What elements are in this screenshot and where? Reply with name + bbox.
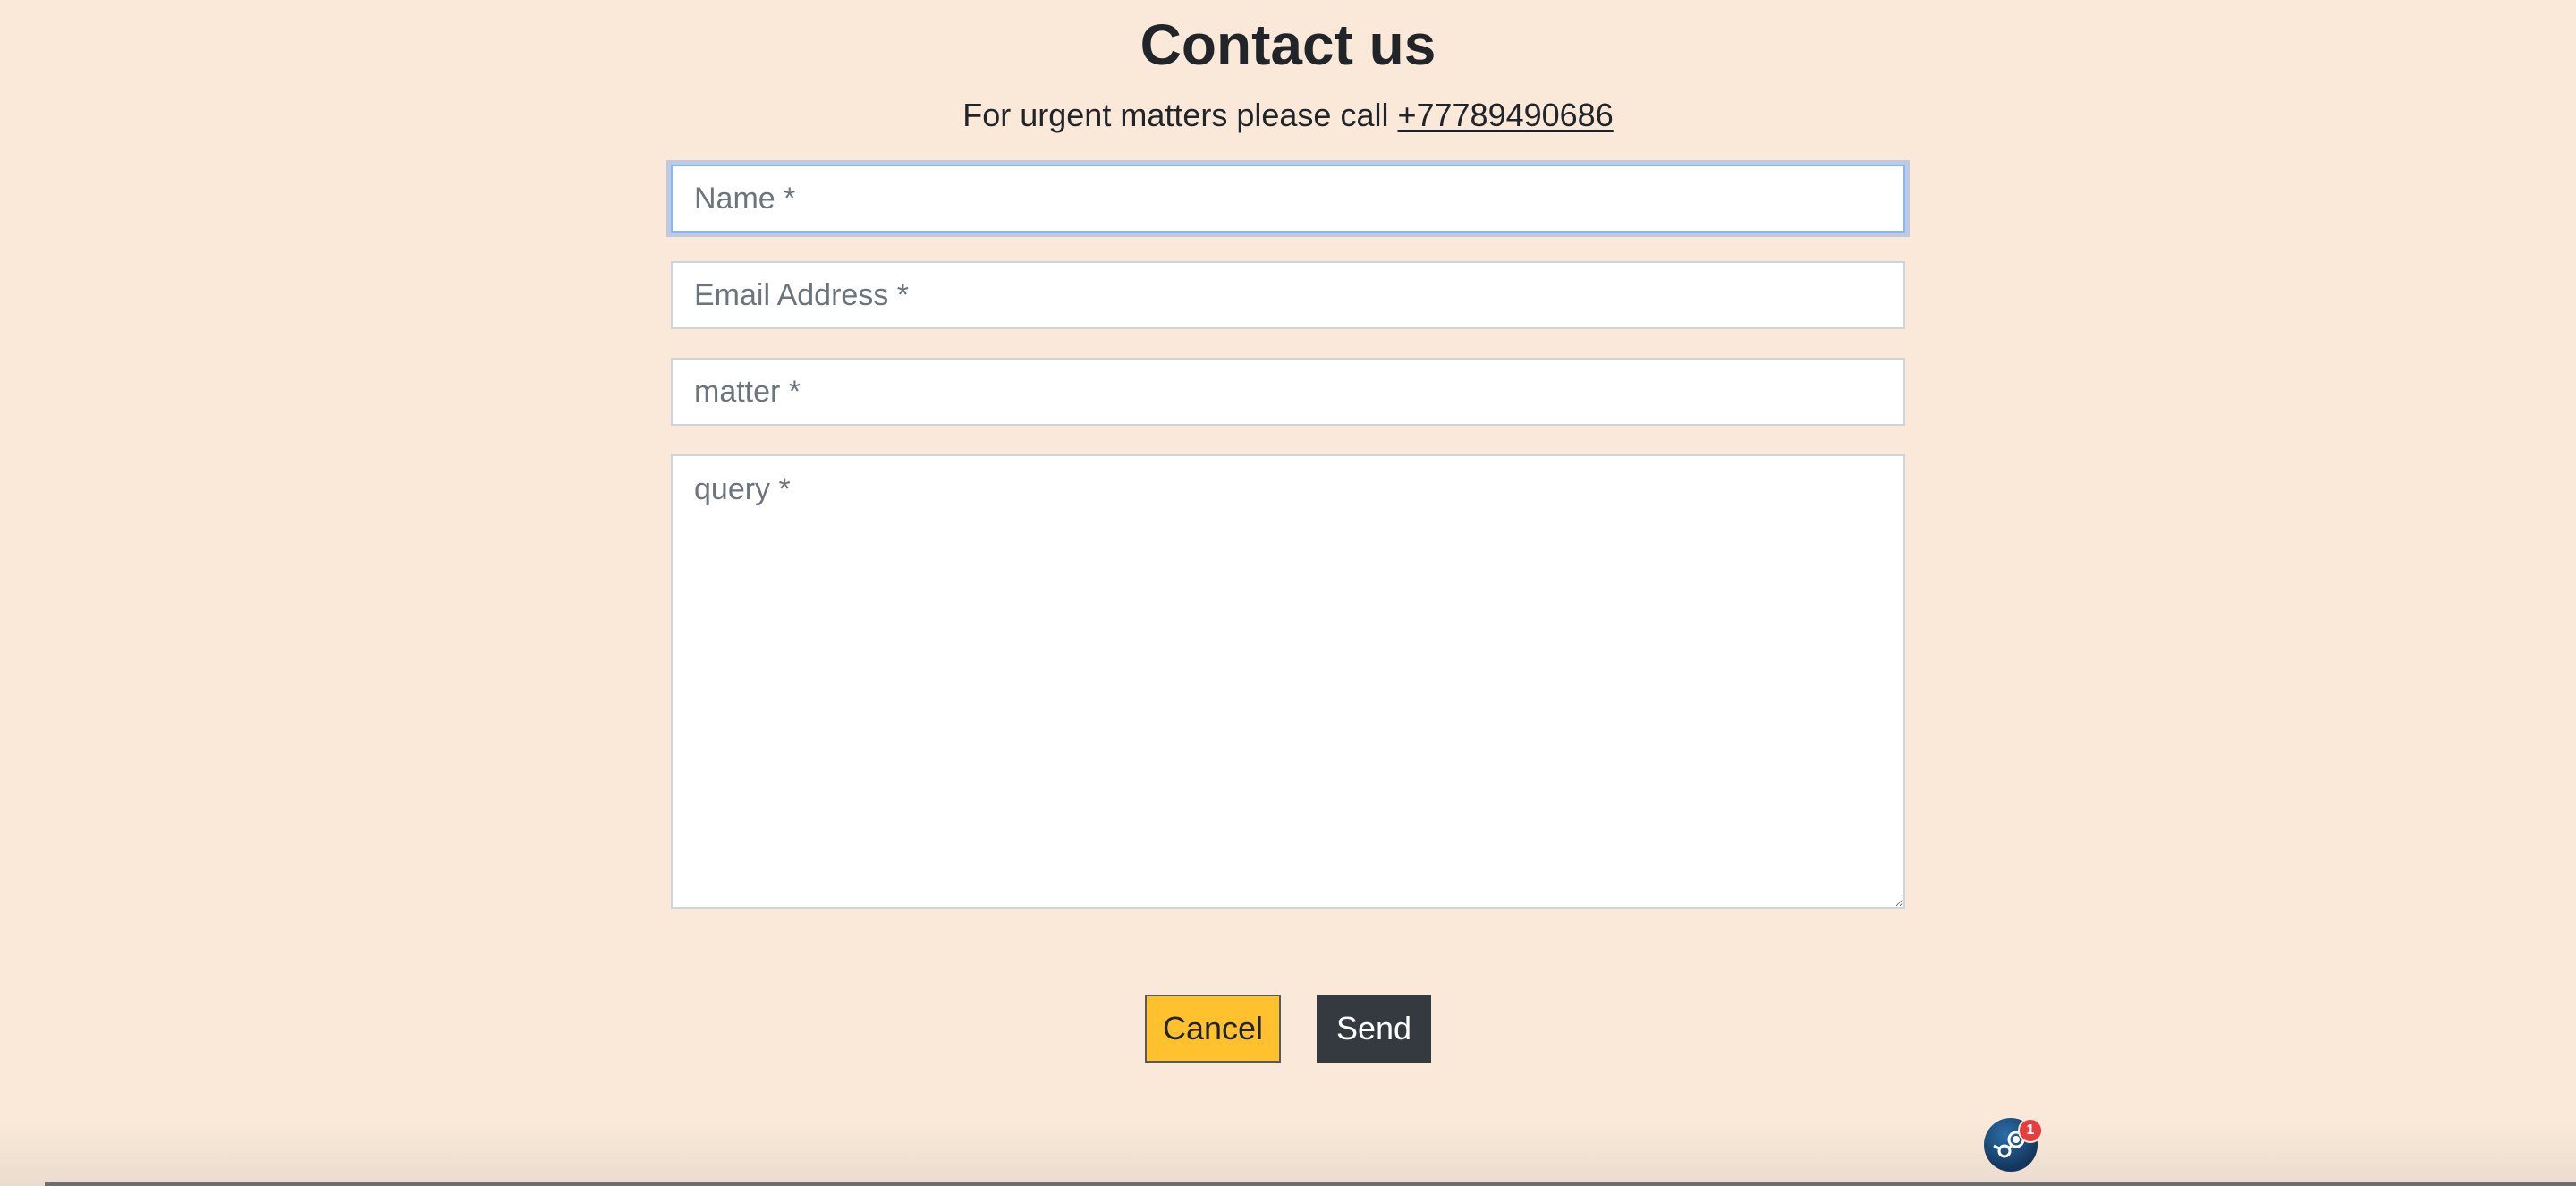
urgent-contact-text: For urgent matters please call +77789490… <box>0 93 2576 138</box>
matter-input[interactable] <box>671 358 1905 426</box>
urgent-contact-label: For urgent matters please call <box>962 97 1398 133</box>
notification-badge: 1 <box>2018 1118 2043 1143</box>
email-input[interactable] <box>671 261 1905 329</box>
page-bottom-shadow <box>0 1123 2576 1186</box>
page-bottom-border <box>45 1182 2576 1186</box>
name-input[interactable] <box>671 165 1905 233</box>
page-title: Contact us <box>1140 13 1436 77</box>
send-button[interactable]: Send <box>1317 995 1431 1063</box>
cancel-button[interactable]: Cancel <box>1145 995 1281 1063</box>
query-textarea[interactable] <box>671 454 1905 909</box>
phone-link[interactable]: +77789490686 <box>1397 97 1613 133</box>
